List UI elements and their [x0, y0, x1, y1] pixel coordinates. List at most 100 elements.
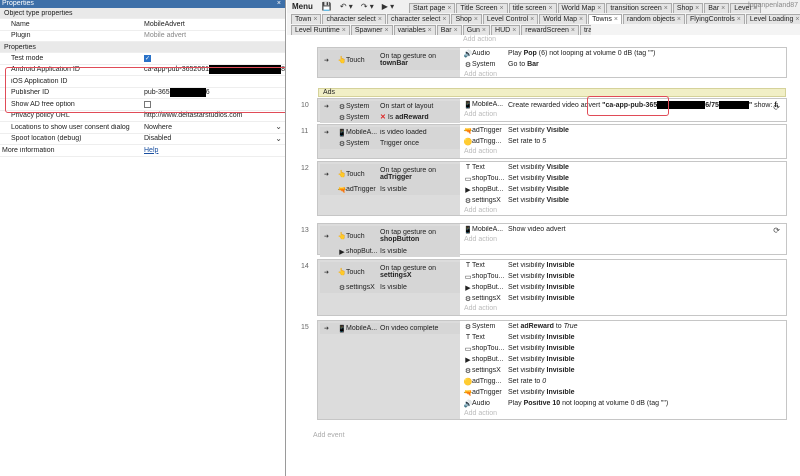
property-value[interactable]: Help — [142, 145, 285, 156]
tab-gun[interactable]: Gun × — [462, 25, 491, 35]
close-icon[interactable]: × — [737, 16, 741, 23]
action-row[interactable]: ⚙ settingsX Set visibility Invisible — [460, 365, 786, 376]
close-icon[interactable]: × — [579, 16, 583, 23]
tab-shop[interactable]: Shop × — [672, 3, 704, 13]
condition-row[interactable]: ➜ 👆 Touch On tap gesture on adTrigger — [320, 164, 460, 184]
add-action-link[interactable]: Add action — [460, 235, 786, 245]
add-action-link[interactable]: Add action — [460, 147, 786, 157]
tab-character-select[interactable]: character select × — [386, 14, 451, 24]
close-icon[interactable]: × — [277, 0, 281, 8]
chevron-down-icon[interactable]: ⌄ — [275, 134, 282, 143]
action-row[interactable]: T Text Set visibility Visible — [460, 162, 786, 173]
close-icon[interactable]: × — [482, 27, 486, 34]
action-row[interactable]: T Text Set visibility Invisible — [460, 332, 786, 343]
tab-random-objects[interactable]: random objects × — [623, 14, 685, 24]
event-block[interactable]: ➜ 👆 Touch On tap gesture on townBar 🔊 Audio Pla… — [317, 47, 787, 78]
tab-town[interactable]: Town × — [291, 14, 322, 24]
event-block[interactable]: ➜ 👆 Touch On tap gesture on shopButton ▶ shopB… — [317, 223, 787, 257]
add-action-link[interactable]: Add action — [460, 70, 786, 80]
event-block[interactable]: ➜ ⚙ System On start of layout ⚙ System ✕ Is ad… — [317, 98, 787, 123]
condition-row[interactable]: ➜ 👆 Touch On tap gesture on settingsX — [320, 262, 460, 282]
close-icon[interactable]: × — [512, 27, 516, 34]
expand-arrow-icon[interactable]: ➜ — [324, 171, 329, 178]
action-row[interactable]: ⚙ System Go to Bar — [460, 59, 786, 70]
close-icon[interactable]: × — [795, 16, 799, 23]
action-row[interactable]: 📱 MobileA... Show video advert — [460, 224, 786, 235]
add-action-link[interactable]: Add action — [459, 35, 785, 45]
close-icon[interactable]: × — [313, 16, 317, 23]
action-row[interactable]: ▶ shopBut... Set visibility Visible — [460, 184, 786, 195]
menu-button[interactable]: Menu — [287, 2, 318, 11]
add-action-link[interactable]: Add action — [460, 409, 786, 419]
expand-arrow-icon[interactable]: ➜ — [324, 57, 329, 64]
action-row[interactable]: 🟡 adTrigg... Set rate to 5 — [460, 136, 786, 147]
condition-row[interactable]: ➜ 👆 Touch On tap gesture on townBar — [320, 50, 460, 70]
action-row[interactable]: T Text Set visibility Invisible — [460, 260, 786, 271]
action-row[interactable]: ⚙ System Set adReward to True — [460, 321, 786, 332]
condition-row[interactable]: ⚙ settingsX Is visible — [320, 282, 460, 293]
add-action-link[interactable]: Add action — [460, 206, 786, 216]
expand-arrow-icon[interactable]: ➜ — [324, 103, 329, 110]
expand-arrow-icon[interactable]: ➜ — [324, 325, 329, 332]
tab-world-map[interactable]: World Map × — [557, 3, 606, 13]
event-block[interactable]: ➜ 👆 Touch On tap gesture on settingsX ⚙ settin… — [317, 259, 787, 316]
close-icon[interactable]: × — [454, 27, 458, 34]
add-action-link[interactable]: Add action — [460, 304, 786, 314]
condition-row[interactable]: ➜ 👆 Touch On tap gesture on shopButton — [320, 226, 460, 246]
add-event-link[interactable]: Add event — [309, 431, 345, 441]
condition-row[interactable]: 🔫 adTrigger Is visible — [320, 184, 460, 195]
tab-variables[interactable]: variables × — [393, 25, 436, 35]
tab-world-map[interactable]: World Map × — [539, 14, 588, 24]
tab-hud[interactable]: HUD × — [491, 25, 521, 35]
close-icon[interactable]: × — [442, 16, 446, 23]
tab-bar[interactable]: Bar × — [704, 3, 730, 13]
expand-arrow-icon[interactable]: ➜ — [324, 233, 329, 240]
tab-shop[interactable]: Shop × — [451, 14, 482, 24]
condition-row[interactable]: ▶ shopBut... Is visible — [320, 246, 460, 257]
close-icon[interactable]: × — [721, 5, 725, 12]
action-row[interactable]: ▶ shopBut... Set visibility Invisible — [460, 282, 786, 293]
action-row[interactable]: 🔫 adTrigger Set visibility Visible — [460, 125, 786, 136]
close-icon[interactable]: × — [384, 27, 388, 34]
event-block[interactable]: ➜ 📱 MobileA... On video complete ⚙ System Set … — [317, 320, 787, 420]
action-row[interactable]: ▭ shopTou... Set visibility Invisible — [460, 343, 786, 354]
event-group-ads[interactable]: Ads — [318, 88, 786, 97]
property-value[interactable] — [144, 42, 285, 52]
action-row[interactable]: 🟡 adTrigg... Set rate to 0 — [460, 376, 786, 387]
save-icon[interactable]: 💾 — [322, 2, 332, 11]
close-icon[interactable]: × — [428, 27, 432, 34]
tab-rewardscreen[interactable]: rewardScreen × — [521, 25, 579, 35]
close-icon[interactable]: × — [614, 16, 618, 23]
tab-character-select[interactable]: character select × — [322, 14, 386, 24]
condition-row[interactable]: ➜ ⚙ System On start of layout — [320, 101, 460, 112]
undo-icon[interactable]: ↶ ▾ — [340, 2, 353, 11]
close-icon[interactable]: × — [474, 16, 478, 23]
action-row[interactable]: 🔊 Audio Play Pop (6) not looping at volume… — [460, 48, 786, 59]
tab-spawner[interactable]: Spawner × — [350, 25, 393, 35]
condition-row[interactable]: ⚙ System ✕ Is adReward — [320, 112, 460, 123]
tab-level-control[interactable]: Level Control × — [482, 14, 539, 24]
close-icon[interactable]: × — [548, 5, 552, 12]
tab-transition-screen[interactable]: transition screen× — [579, 25, 591, 35]
tab-level-runtime[interactable]: Level Runtime × — [291, 25, 350, 35]
action-row[interactable]: ▭ shopTou... Set visibility Visible — [460, 173, 786, 184]
property-value[interactable]: ✓ — [142, 53, 285, 64]
close-icon[interactable]: × — [597, 5, 601, 12]
chevron-down-icon[interactable]: ⌄ — [275, 122, 282, 131]
action-row[interactable]: ▶ shopBut... Set visibility Invisible — [460, 354, 786, 365]
close-icon[interactable]: × — [378, 16, 382, 23]
play-icon[interactable]: ▶ ▾ — [382, 2, 394, 11]
tab-level-loading[interactable]: Level Loading × — [745, 14, 800, 24]
close-icon[interactable]: × — [447, 5, 451, 12]
close-icon[interactable]: × — [695, 5, 699, 12]
action-row[interactable]: ⚙ settingsX Set visibility Visible — [460, 195, 786, 206]
tab-transition-screen[interactable]: transition screen× — [606, 3, 672, 13]
action-row[interactable]: 🔫 adTrigger Set visibility Invisible — [460, 387, 786, 398]
property-value[interactable] — [144, 8, 285, 18]
tab-start-page[interactable]: Start page × — [409, 3, 456, 13]
tab-towns[interactable]: Towns × — [588, 14, 623, 24]
tab-title-screen[interactable]: title screen × — [508, 3, 557, 13]
tab-flyingcontrols[interactable]: FlyingControls × — [685, 14, 745, 24]
redo-icon[interactable]: ↷ ▾ — [361, 2, 374, 11]
event-block[interactable]: ➜ 👆 Touch On tap gesture on adTrigger 🔫 adTrig… — [317, 161, 787, 216]
